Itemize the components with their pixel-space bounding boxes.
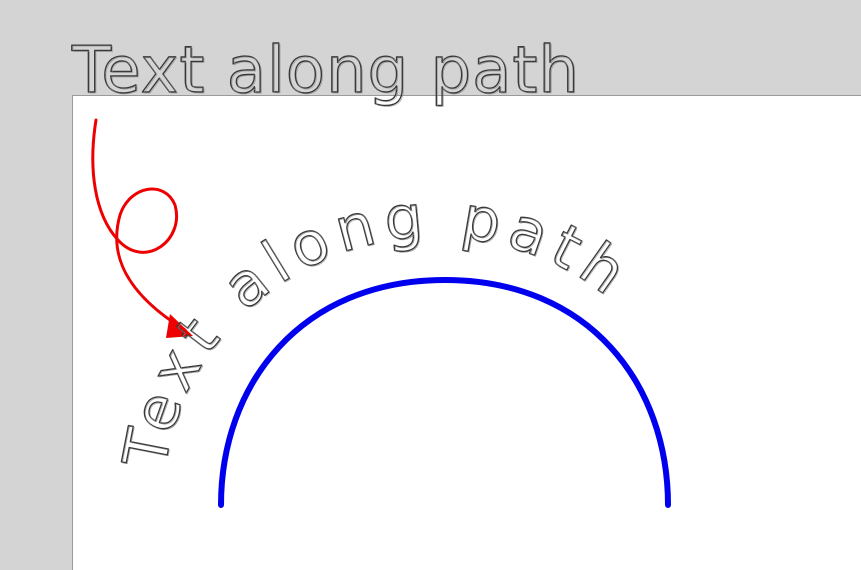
heading-title: Text along path Text along path <box>70 33 581 109</box>
curly-red-arrow-icon <box>91 118 187 332</box>
heading-text-hatch: Text along path <box>72 35 581 109</box>
drawing-canvas: Text along path Text along path Text alo… <box>70 33 671 508</box>
app-stage: Text along path Text along path Text alo… <box>0 0 861 570</box>
blue-arc-path <box>218 276 671 508</box>
path-text-group: Text along path Text along path <box>110 181 639 475</box>
